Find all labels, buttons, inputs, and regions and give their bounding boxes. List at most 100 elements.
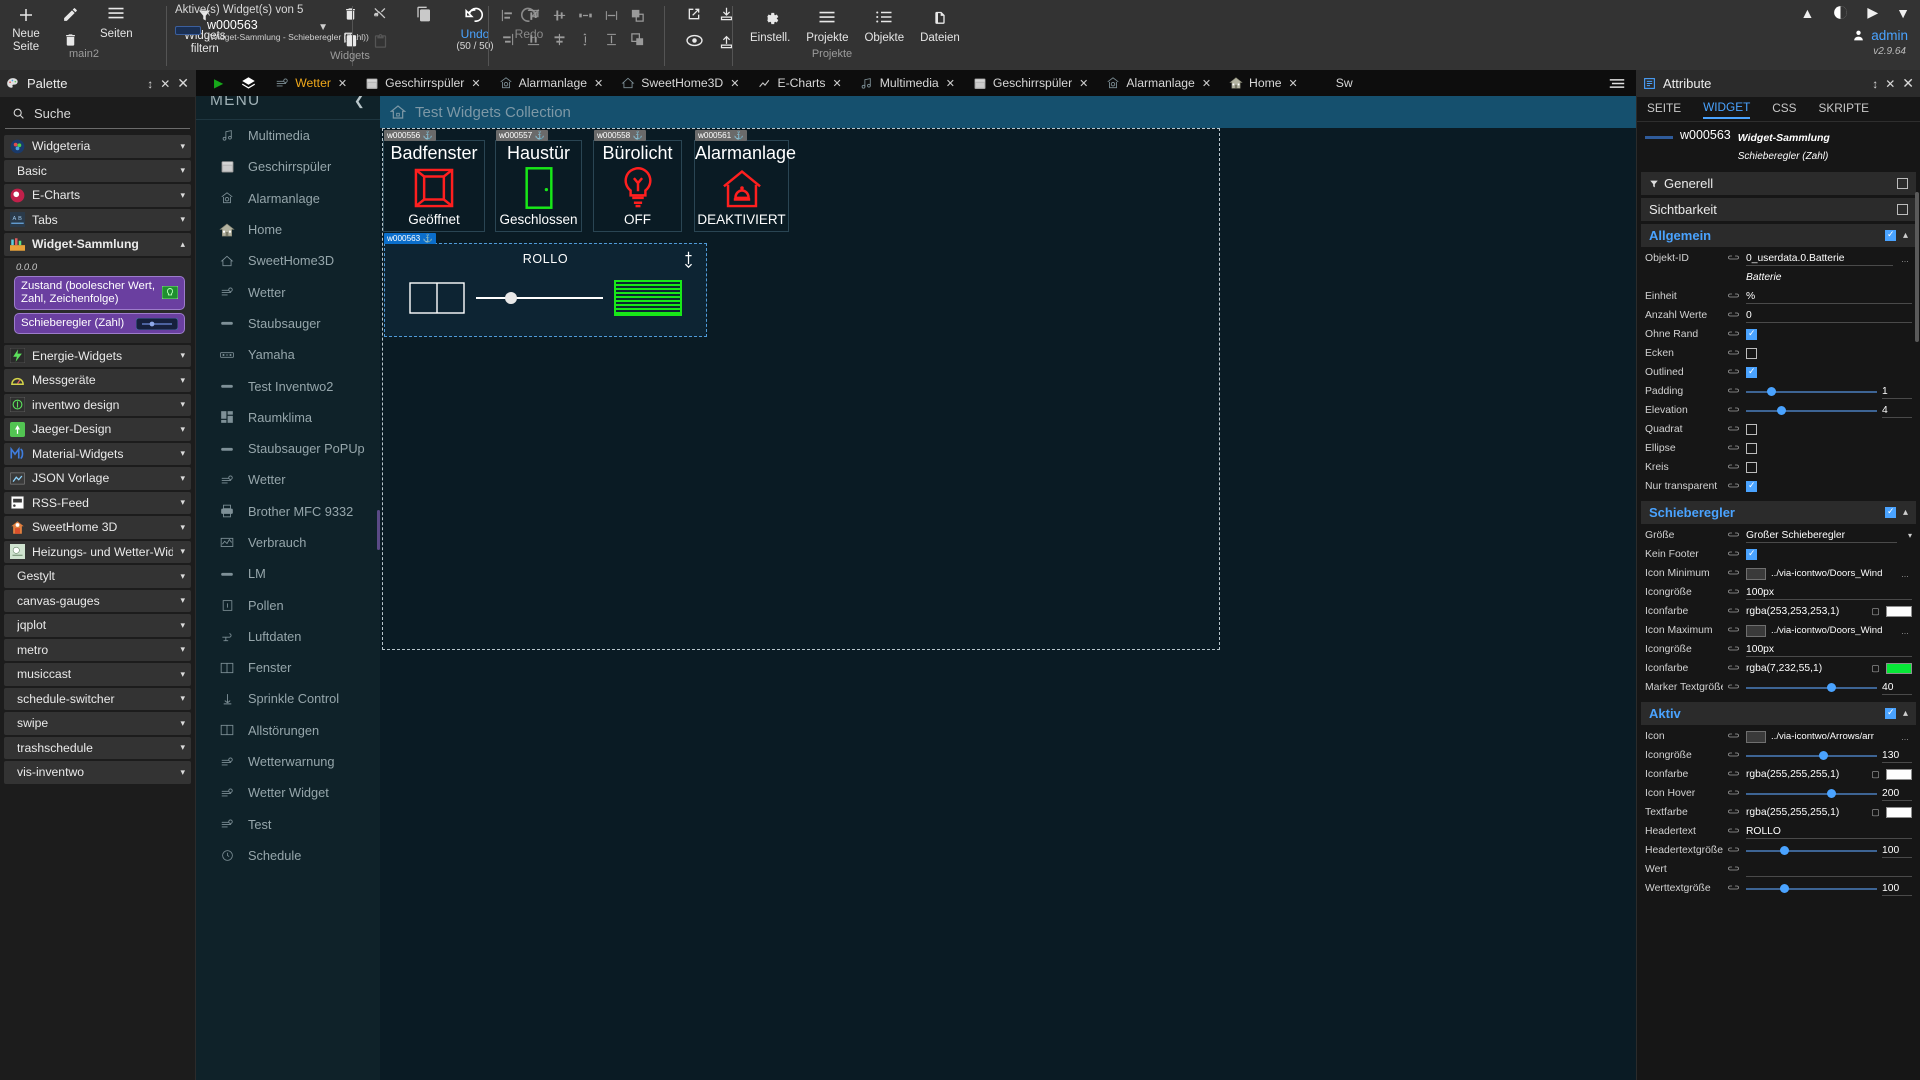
attribute-value[interactable]: 200 xyxy=(1882,786,1912,801)
menu-item-multimedia[interactable]: Multimedia xyxy=(196,120,380,151)
attribute-slider[interactable] xyxy=(1746,882,1877,896)
palette-item-swipe[interactable]: swipe ▾ xyxy=(4,712,191,735)
chevron-down-icon[interactable]: ▾ xyxy=(180,448,185,459)
link-icon[interactable] xyxy=(1728,608,1741,616)
chevron-down-icon[interactable]: ▾ xyxy=(180,693,185,704)
menu-item-wetter[interactable]: Wetter xyxy=(196,276,380,307)
menu-item-yamaha[interactable]: Yamaha xyxy=(196,339,380,370)
attribute-value[interactable]: 0_userdata.0.Batterie xyxy=(1746,251,1893,266)
link-icon[interactable] xyxy=(1728,589,1741,597)
align-bottom-icon[interactable] xyxy=(526,32,541,52)
attribute-slider[interactable] xyxy=(1746,385,1877,399)
link-icon[interactable] xyxy=(1728,733,1741,741)
palette-item-sweethome-3d[interactable]: SweetHome 3D ▾ xyxy=(4,516,191,539)
palette-minimize-icon[interactable]: ✕ xyxy=(160,77,170,91)
editor-tab-wetter[interactable]: Wetter ✕ xyxy=(266,70,356,96)
attribute-checkbox[interactable] xyxy=(1746,328,1757,340)
link-icon[interactable] xyxy=(1728,426,1741,434)
attributes-section-allgemein[interactable]: Allgemein ▴ xyxy=(1641,224,1916,247)
palette-item-vis-inventwo[interactable]: vis-inventwo ▾ xyxy=(4,761,191,784)
widget-id-tag[interactable]: w000561 ⚓ xyxy=(695,130,747,141)
attribute-slider[interactable] xyxy=(1746,749,1877,763)
attribute-more-icon[interactable]: ... xyxy=(1898,254,1912,264)
chevron-up-icon[interactable]: ▴ xyxy=(1903,230,1908,241)
projects-button[interactable]: Projekte xyxy=(798,4,856,45)
attribute-checkbox[interactable] xyxy=(1746,548,1757,560)
widget-id-tag[interactable]: w000556 ⚓ xyxy=(384,130,436,141)
attribute-slider[interactable] xyxy=(1746,681,1877,695)
attribute-value[interactable]: rgba(253,253,253,1) xyxy=(1746,604,1865,619)
close-icon[interactable]: ✕ xyxy=(594,77,603,90)
attribute-value[interactable]: ../via-icontwo/Arrows/arr xyxy=(1771,729,1893,744)
palette-item-metro[interactable]: metro ▾ xyxy=(4,638,191,661)
files-button[interactable]: Dateien xyxy=(912,4,968,45)
menu-item-staubsauger[interactable]: Staubsauger xyxy=(196,308,380,339)
window-icon[interactable] xyxy=(409,282,465,314)
menu-item-brother-mfc-9332[interactable]: Brother MFC 9332 xyxy=(196,496,380,527)
align-center-horizontal-icon[interactable] xyxy=(552,8,567,28)
link-icon[interactable] xyxy=(1728,684,1741,692)
link-icon[interactable] xyxy=(1728,483,1741,491)
attribute-value[interactable]: 4 xyxy=(1882,403,1912,418)
attribute-checkbox[interactable] xyxy=(1746,348,1757,359)
widget-tile-haustuer[interactable]: w000557 ⚓ Haustür Geschlossen xyxy=(495,130,582,232)
menu-item-verbrauch[interactable]: Verbrauch xyxy=(196,527,380,558)
widget-tile-badfenster[interactable]: w000556 ⚓ Badfenster Geöffnet xyxy=(383,130,485,232)
burger-icon[interactable] xyxy=(1598,77,1636,90)
menu-item-allst-rungen[interactable]: Allstörungen xyxy=(196,715,380,746)
trash-icon[interactable]: ▢ xyxy=(1870,663,1881,674)
attribute-value[interactable]: ../via-icontwo/Doors_Wind xyxy=(1771,623,1893,638)
menu-item-wetterwarnung[interactable]: Wetterwarnung xyxy=(196,746,380,777)
align-top-icon[interactable] xyxy=(526,8,541,28)
link-icon[interactable] xyxy=(1728,790,1741,798)
link-icon[interactable] xyxy=(1728,752,1741,760)
height-match-icon[interactable] xyxy=(604,32,619,52)
widget-tile-alarmanlage[interactable]: w000561 ⚓ Alarmanlage DEAKTIVIERT xyxy=(694,130,796,232)
menu-item-home[interactable]: Home xyxy=(196,214,380,245)
chevron-down-icon[interactable]: ▼ xyxy=(318,22,328,33)
palette-item-rss-feed[interactable]: RSS-Feed ▾ xyxy=(4,491,191,514)
link-icon[interactable] xyxy=(1728,885,1741,893)
chevron-down-icon[interactable]: ▾ xyxy=(180,141,185,152)
chevron-down-icon[interactable]: ▾ xyxy=(180,214,185,225)
blinds-icon[interactable] xyxy=(614,280,682,316)
section-checkbox[interactable] xyxy=(1897,204,1908,215)
link-icon[interactable] xyxy=(1728,866,1741,874)
palette-item-widget-sammlung[interactable]: Widget-Sammlung ▴ xyxy=(4,233,191,256)
image-thumbnail[interactable] xyxy=(1746,567,1766,580)
palette-item-schedule-switcher[interactable]: schedule-switcher ▾ xyxy=(4,687,191,710)
link-icon[interactable] xyxy=(1728,350,1741,358)
menu-item-raumklima[interactable]: Raumklima xyxy=(196,402,380,433)
chevron-down-icon[interactable]: ▾ xyxy=(180,718,185,729)
chevron-down-icon[interactable]: ▾ xyxy=(180,522,185,533)
close-icon[interactable]: ✕ xyxy=(471,77,480,90)
attribute-value[interactable]: rgba(7,232,55,1) xyxy=(1746,661,1865,676)
editor-tab-multimedia[interactable]: Multimedia ✕ xyxy=(851,70,964,96)
chevron-down-icon[interactable]: ▾ xyxy=(180,644,185,655)
link-icon[interactable] xyxy=(1728,646,1741,654)
attribute-value[interactable] xyxy=(1746,862,1912,877)
attribute-value[interactable]: Großer Schieberegler xyxy=(1746,528,1897,543)
anchor-icon[interactable] xyxy=(683,251,694,268)
settings-button[interactable]: Einstell. xyxy=(742,4,798,45)
chevron-down-icon[interactable]: ▾ xyxy=(180,767,185,778)
attribute-value[interactable]: 100 xyxy=(1882,881,1912,896)
palette-item-json-vorlage[interactable]: JSON Vorlage ▾ xyxy=(4,467,191,490)
slider-knob[interactable] xyxy=(1819,750,1829,760)
close-icon[interactable]: ✕ xyxy=(833,77,842,90)
chevron-down-icon[interactable]: ▾ xyxy=(180,497,185,508)
attributes-tab-seite[interactable]: SEITE xyxy=(1647,101,1681,118)
attributes-close-icon[interactable]: ✕ xyxy=(1902,75,1914,92)
palette-item-musiccast[interactable]: musiccast ▾ xyxy=(4,663,191,686)
link-icon[interactable] xyxy=(1728,665,1741,673)
attributes-resize-icon[interactable]: ↕ xyxy=(1872,77,1878,91)
bring-front-icon[interactable] xyxy=(630,8,645,28)
editor-tab-geschirrsp-ler[interactable]: Geschirrspüler ✕ xyxy=(964,70,1097,96)
chevron-down-icon[interactable]: ▾ xyxy=(180,190,185,201)
palette-item-gestylt[interactable]: Gestylt ▾ xyxy=(4,565,191,588)
attribute-value[interactable]: rgba(255,255,255,1) xyxy=(1746,805,1865,820)
palette-item-messger-te[interactable]: Messgeräte ▾ xyxy=(4,369,191,392)
editor-tab-home[interactable]: Home ✕ xyxy=(1220,70,1307,96)
palette-item-jqplot[interactable]: jqplot ▾ xyxy=(4,614,191,637)
color-swatch[interactable] xyxy=(1886,807,1912,818)
